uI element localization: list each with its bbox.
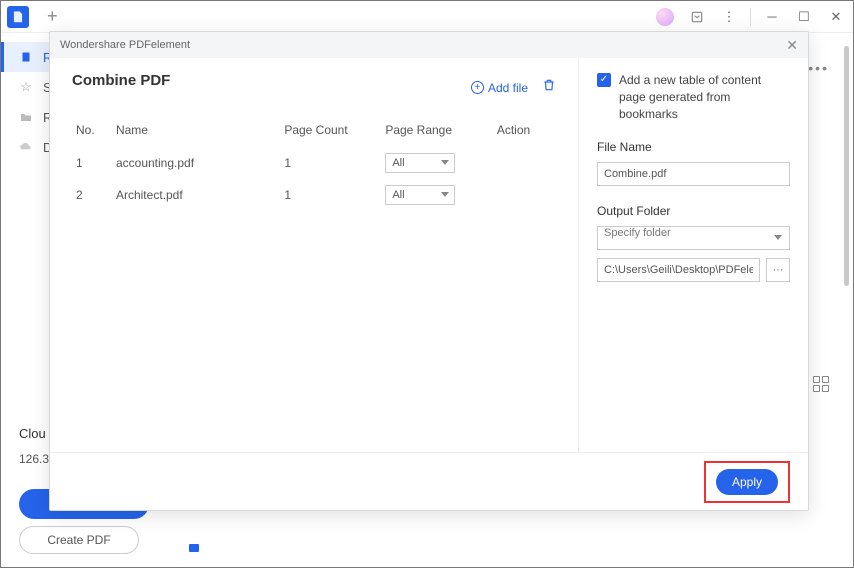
titlebar: + ⋮ ─ ☐ ✕ [1,1,853,33]
apply-highlight: Apply [704,461,790,503]
app-window: + ⋮ ─ ☐ ✕ R ☆ S [0,0,854,568]
modal-left-pane: Combine PDF + Add file No. [50,58,578,452]
cloud-heading: Clou [19,426,46,441]
table-row[interactable]: 1 accounting.pdf 1 All [72,147,556,179]
titlebar-separator [750,8,751,26]
combine-pdf-modal: Wondershare PDFelement ✕ Combine PDF + A… [49,31,809,511]
new-tab-button[interactable]: + [47,6,58,27]
modal-heading: Combine PDF [72,72,170,89]
cell-name: Architect.pdf [112,179,280,211]
grid-view-icon[interactable] [813,376,829,392]
modal-titlebar: Wondershare PDFelement ✕ [50,32,808,58]
main-menu-icon[interactable]: ••• [808,60,829,76]
close-icon[interactable]: ✕ [825,6,847,28]
toc-label: Add a new table of content page generate… [619,72,790,122]
col-no: No. [72,117,112,147]
cell-no: 1 [72,147,112,179]
output-folder-select[interactable]: Specify folder [597,226,790,250]
toc-checkbox-row: ✓ Add a new table of content page genera… [597,72,790,122]
table-row[interactable]: 2 Architect.pdf 1 All [72,179,556,211]
toc-checkbox[interactable]: ✓ [597,73,611,87]
orb-icon[interactable] [654,6,676,28]
maximize-icon[interactable]: ☐ [793,6,815,28]
modal-header-row: Combine PDF + Add file [72,72,556,103]
cell-page-range: All [381,147,493,179]
scrollbar[interactable] [844,46,849,286]
page-range-select[interactable]: All [385,185,455,205]
file-table: No. Name Page Count Page Range Action 1 … [72,117,556,211]
add-file-label: Add file [488,81,528,95]
cell-no: 2 [72,179,112,211]
add-file-button[interactable]: + Add file [471,81,528,95]
app-logo [7,6,29,28]
cell-name: accounting.pdf [112,147,280,179]
folder-icon [19,112,33,122]
star-icon: ☆ [19,79,33,95]
apply-button[interactable]: Apply [716,469,778,495]
modal-right-pane: ✓ Add a new table of content page genera… [578,58,808,452]
plus-circle-icon: + [471,81,484,94]
modal-title-text: Wondershare PDFelement [60,39,190,51]
col-name: Name [112,117,280,147]
file-name-label: File Name [597,140,790,154]
cell-page-range: All [381,179,493,211]
modal-close-icon[interactable]: ✕ [786,37,798,54]
file-icon [19,51,33,63]
page-range-select[interactable]: All [385,153,455,173]
cell-page-count: 1 [280,179,381,211]
file-name-input[interactable] [597,162,790,186]
create-pdf-button[interactable]: Create PDF [19,526,139,554]
modal-footer: Apply [50,452,808,510]
notifications-icon[interactable] [686,6,708,28]
trash-icon[interactable] [542,78,556,97]
path-row: ··· [597,258,790,282]
col-page-range: Page Range [381,117,493,147]
modal-body: Combine PDF + Add file No. [50,58,808,452]
col-action: Action [493,117,556,147]
output-folder-label: Output Folder [597,204,790,218]
cloud-icon [19,142,33,152]
cell-page-count: 1 [280,147,381,179]
browse-button[interactable]: ··· [766,258,790,282]
output-path-input[interactable] [597,258,760,282]
accent-mark [189,544,199,552]
minimize-icon[interactable]: ─ [761,6,783,28]
menu-kebab-icon[interactable]: ⋮ [718,6,740,28]
col-page-count: Page Count [280,117,381,147]
